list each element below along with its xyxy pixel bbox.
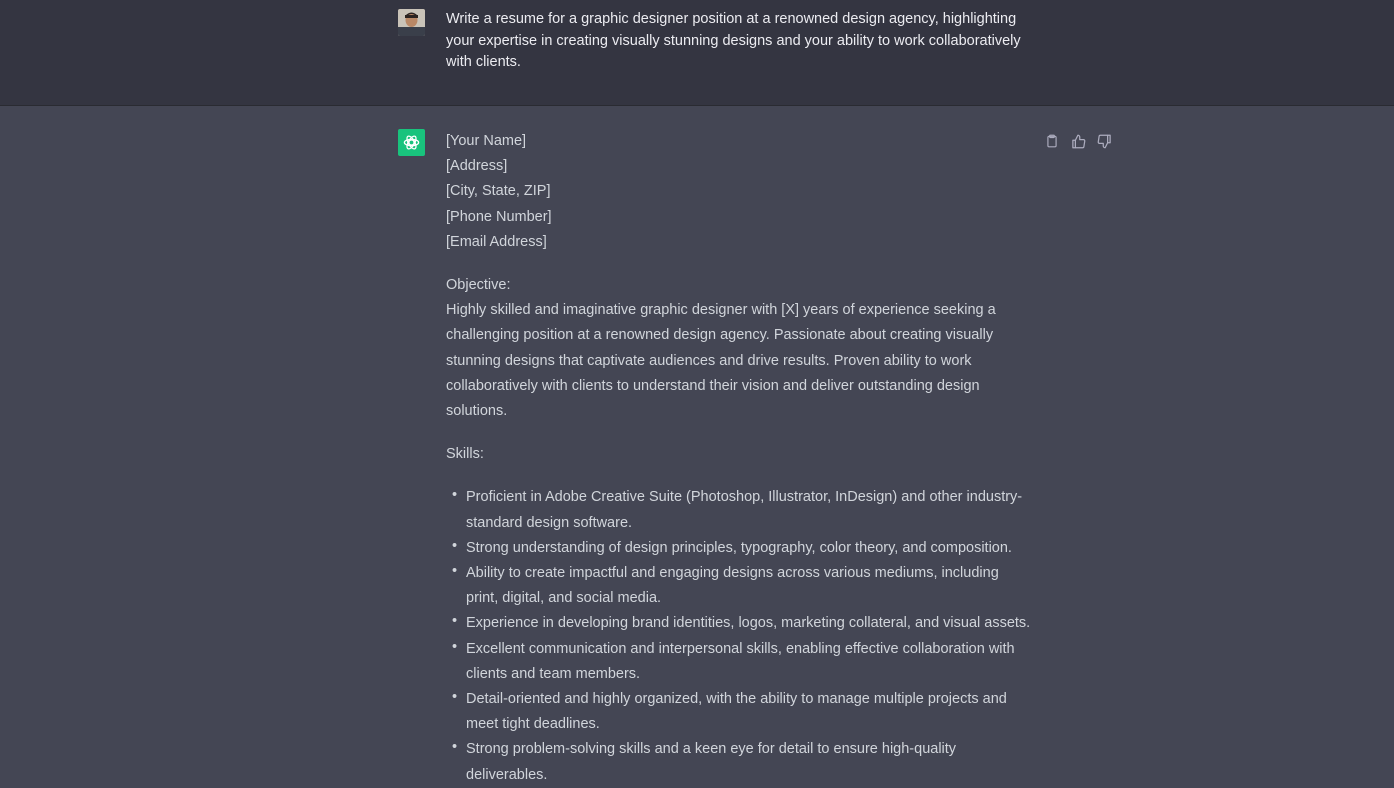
skills-list: Proficient in Adobe Creative Suite (Phot… — [446, 483, 1031, 787]
list-item: Proficient in Adobe Creative Suite (Phot… — [452, 483, 1031, 535]
list-item: Ability to create impactful and engaging… — [452, 559, 1031, 611]
user-photo-icon — [398, 9, 425, 36]
openai-logo-icon — [403, 135, 420, 150]
list-item: Excellent communication and interpersona… — [452, 635, 1031, 687]
user-avatar — [398, 9, 425, 36]
user-message-text: Write a resume for a graphic designer po… — [446, 11, 1021, 70]
clipboard-icon — [1047, 134, 1057, 148]
assistant-avatar — [398, 129, 425, 156]
contact-address: [Address] — [446, 158, 508, 175]
list-item: Detail-oriented and highly organized, wi… — [452, 685, 1031, 737]
skills-heading: Skills: — [446, 446, 484, 463]
assistant-message-content: [Your Name] [Address] [City, State, ZIP]… — [446, 129, 1031, 788]
contact-phone: [Phone Number] — [446, 208, 552, 225]
list-item: Strong understanding of design principle… — [452, 534, 1031, 561]
objective-heading: Objective: — [446, 277, 511, 294]
contact-block: [Your Name] [Address] [City, State, ZIP]… — [446, 129, 1031, 255]
copy-button[interactable] — [1043, 132, 1061, 150]
thumbs-down-icon — [1097, 134, 1111, 148]
objective-block: Objective: Highly skilled and imaginativ… — [446, 273, 1031, 424]
assistant-message-row: [Your Name] [Address] [City, State, ZIP]… — [0, 106, 1394, 783]
contact-name: [Your Name] — [446, 133, 527, 149]
message-actions — [1043, 132, 1113, 150]
objective-text: Highly skilled and imaginative graphic d… — [446, 302, 996, 420]
list-item: Experience in developing brand identitie… — [452, 609, 1031, 636]
thumbs-up-icon — [1071, 134, 1085, 148]
contact-email: [Email Address] — [446, 233, 547, 250]
list-item: Strong problem-solving skills and a keen… — [452, 735, 1031, 787]
contact-city: [City, State, ZIP] — [446, 183, 551, 200]
thumbs-down-button[interactable] — [1095, 132, 1113, 150]
user-message-row: Write a resume for a graphic designer po… — [0, 0, 1394, 106]
thumbs-up-button[interactable] — [1069, 132, 1087, 150]
